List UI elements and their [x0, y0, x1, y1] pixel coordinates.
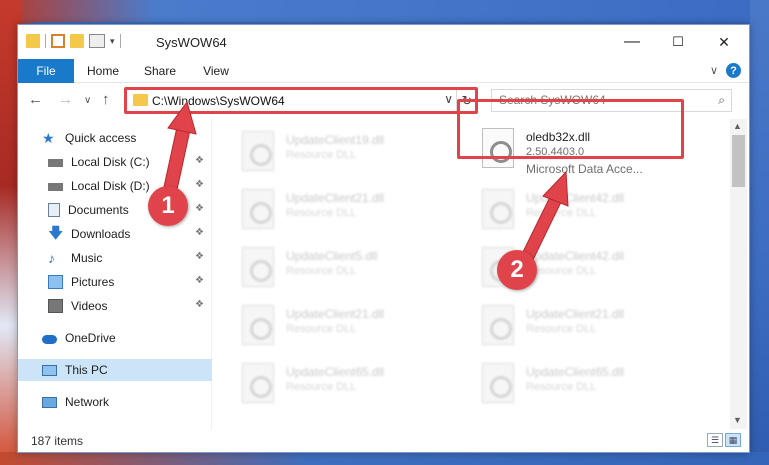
arrow-2-head [542, 170, 569, 207]
step-badge-2: 2 [497, 250, 537, 290]
step-badge-1: 1 [148, 186, 188, 226]
arrow-1-head [167, 100, 197, 135]
annotation-arrows [161, 100, 569, 267]
